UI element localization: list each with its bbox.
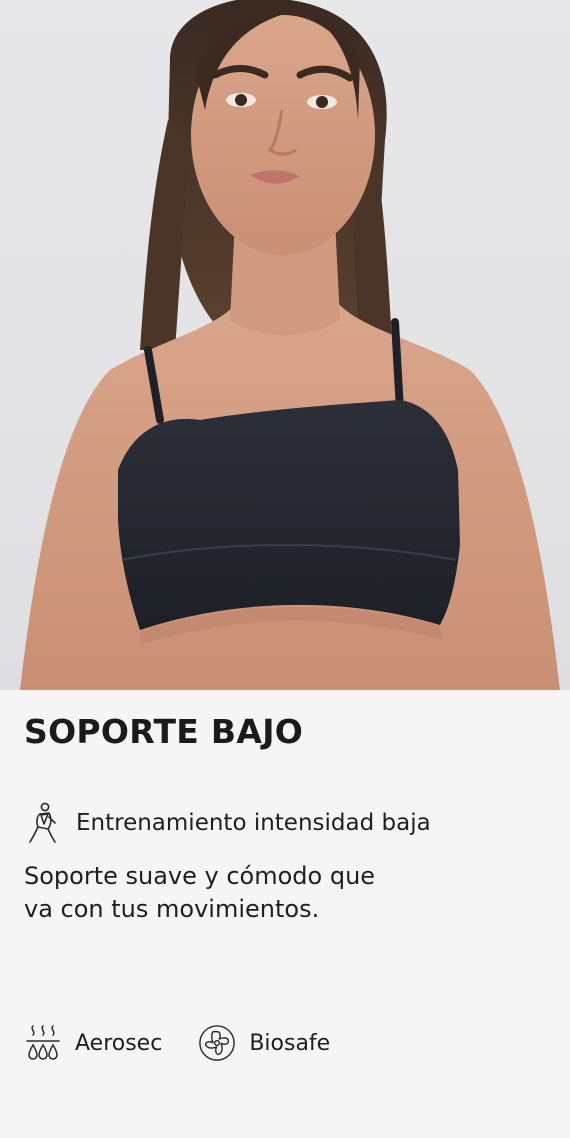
feature-list: Aerosec Biosafe	[24, 1020, 366, 1066]
feature-biosafe: Biosafe	[198, 1022, 330, 1064]
feature-aerosec: Aerosec	[24, 1022, 162, 1064]
product-title: SOPORTE BAJO	[24, 712, 304, 751]
description-line: va con tus movimientos.	[24, 895, 320, 923]
activity-label: Entrenamiento intensidad baja	[76, 810, 431, 836]
description-line: Soporte suave y cómodo que	[24, 862, 376, 890]
product-photo	[0, 0, 570, 690]
product-info: SOPORTE BAJO Entrenamiento intensidad ba…	[0, 690, 570, 1138]
activity-level: Entrenamiento intensidad baja	[24, 798, 431, 848]
product-description: Soporte suave y cómodo que va con tus mo…	[24, 860, 424, 926]
feature-label: Biosafe	[249, 1030, 331, 1056]
biosafe-icon	[198, 1022, 236, 1064]
product-card[interactable]: SOPORTE BAJO Entrenamiento intensidad ba…	[0, 0, 570, 1138]
feature-label: Aerosec	[75, 1030, 163, 1056]
heat-drops-icon	[24, 1022, 62, 1064]
person-exercise-icon	[24, 801, 64, 845]
